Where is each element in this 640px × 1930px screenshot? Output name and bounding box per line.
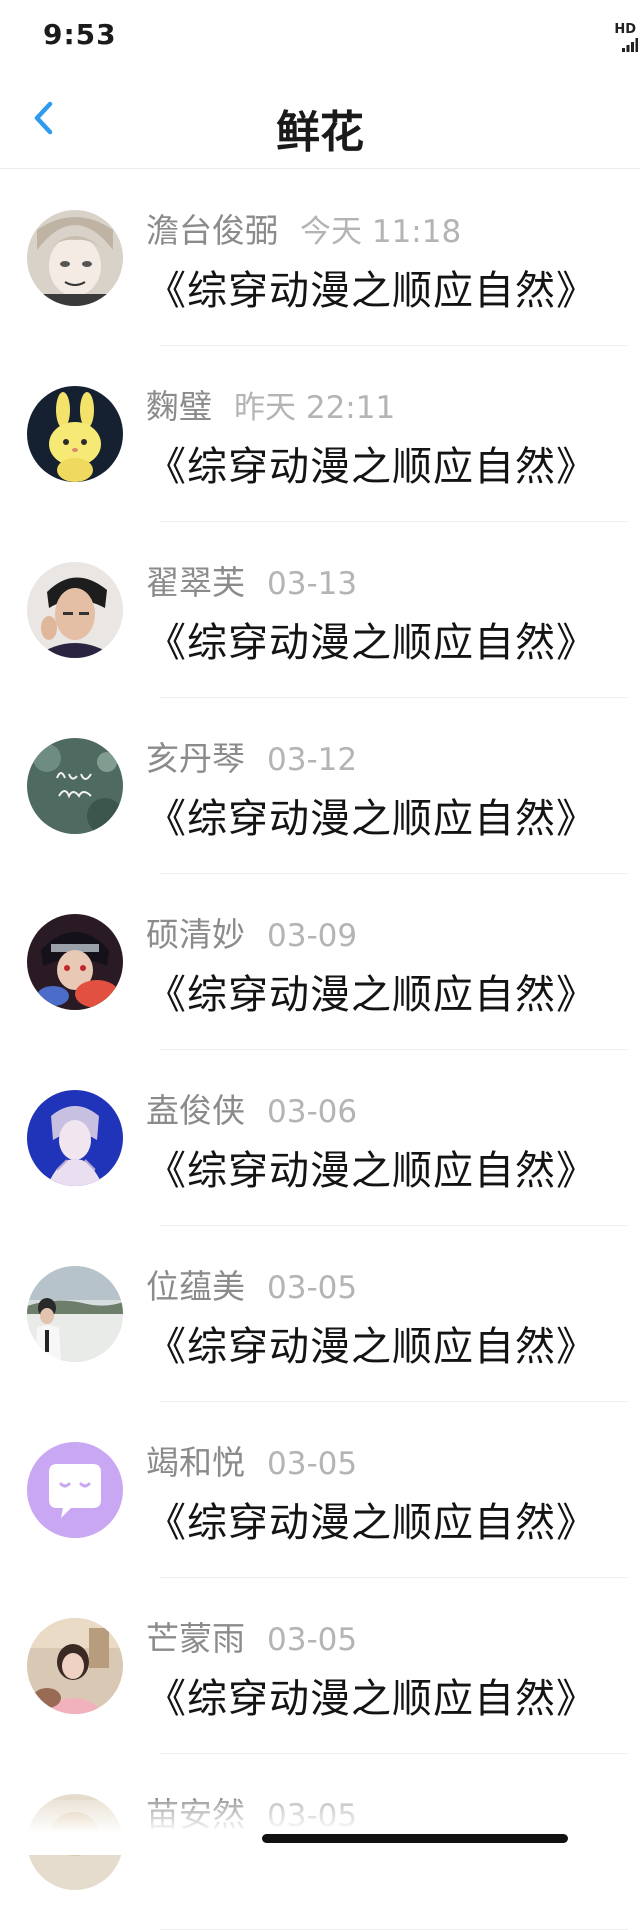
- timestamp: 今天 11:18: [300, 214, 462, 250]
- nav-bar: 鲜花: [0, 72, 640, 169]
- young-man-avatar[interactable]: [27, 562, 123, 658]
- book-title: 《综穿动漫之顺应自然》: [146, 1500, 597, 1546]
- item-meta: 硕清妙 03-09: [146, 908, 357, 956]
- book-title: 《综穿动漫之顺应自然》: [146, 1148, 597, 1194]
- ninja-avatar[interactable]: [27, 914, 123, 1010]
- book-title: 《综穿动漫之顺应自然》: [146, 444, 597, 490]
- list-item[interactable]: 位蕴美 03-05 《综穿动漫之顺应自然》: [0, 1226, 640, 1402]
- user-name: 亥丹琴: [146, 739, 245, 778]
- list-item[interactable]: 硕清妙 03-09 《综穿动漫之顺应自然》: [0, 874, 640, 1050]
- user-name: 位蕴美: [146, 1267, 245, 1306]
- user-name: 芒蒙雨: [146, 1619, 245, 1658]
- timestamp: 03-05: [267, 1446, 358, 1482]
- timestamp: 03-06: [267, 1094, 358, 1130]
- book-title: 《综穿动漫之顺应自然》: [146, 972, 597, 1018]
- timestamp: 03-05: [267, 1622, 358, 1658]
- item-meta: 芒蒙雨 03-05: [146, 1612, 357, 1660]
- user-name: 麴璧: [146, 387, 212, 426]
- girl-photo-avatar[interactable]: [27, 1618, 123, 1714]
- timestamp: 03-05: [267, 1798, 358, 1834]
- timestamp: 03-09: [267, 918, 358, 954]
- user-name: 翟翠芙: [146, 563, 245, 602]
- timestamp: 昨天 22:11: [234, 390, 396, 426]
- user-name: 硕清妙: [146, 915, 245, 954]
- item-meta: 盍俊侠 03-06: [146, 1084, 357, 1132]
- status-time: 9:53: [43, 18, 117, 51]
- hello-august-avatar[interactable]: [27, 738, 123, 834]
- book-title: 《综穿动漫之顺应自然》: [146, 796, 597, 842]
- list-item[interactable]: 竭和悦 03-05 《综穿动漫之顺应自然》: [0, 1402, 640, 1578]
- book-title: 《综穿动漫之顺应自然》: [146, 620, 597, 666]
- item-meta: 竭和悦 03-05: [146, 1436, 357, 1484]
- hd-badge: HD: [614, 22, 636, 37]
- item-meta: 澹台俊弼 今天 11:18: [146, 204, 461, 252]
- seaside-man-avatar[interactable]: [27, 1266, 123, 1362]
- list-item[interactable]: 澹台俊弼 今天 11:18 《综穿动漫之顺应自然》: [0, 170, 640, 346]
- yellow-bunny-avatar[interactable]: [27, 386, 123, 482]
- timestamp: 03-13: [267, 566, 358, 602]
- anime-boy-avatar[interactable]: [27, 210, 123, 306]
- signal-bars-icon: [622, 38, 638, 52]
- user-name: 苗安然: [146, 1795, 245, 1834]
- list-item[interactable]: 盍俊侠 03-06 《综穿动漫之顺应自然》: [0, 1050, 640, 1226]
- book-title: 《综穿动漫之顺应自然》: [146, 1324, 597, 1370]
- blue-anime-avatar[interactable]: [27, 1090, 123, 1186]
- timestamp: 03-05: [267, 1270, 358, 1306]
- user-name: 盍俊侠: [146, 1091, 245, 1130]
- list-item[interactable]: 麴璧 昨天 22:11 《综穿动漫之顺应自然》: [0, 346, 640, 522]
- page-title: 鲜花: [276, 107, 364, 158]
- book-title: 《综穿动漫之顺应自然》: [146, 1676, 597, 1722]
- partial-avatar[interactable]: [27, 1794, 123, 1890]
- book-title: 《综穿动漫之顺应自然》: [146, 268, 597, 314]
- home-indicator[interactable]: [262, 1834, 568, 1843]
- list-item[interactable]: 芒蒙雨 03-05 《综穿动漫之顺应自然》: [0, 1578, 640, 1754]
- user-name: 澹台俊弼: [146, 211, 278, 250]
- status-bar: 9:53 HD: [0, 0, 640, 72]
- item-meta: 苗安然 03-05: [146, 1788, 357, 1836]
- flower-list: 澹台俊弼 今天 11:18 《综穿动漫之顺应自然》 麴璧 昨天 22:11 《综穿动…: [0, 170, 640, 1930]
- list-item[interactable]: 亥丹琴 03-12 《综穿动漫之顺应自然》: [0, 698, 640, 874]
- user-name: 竭和悦: [146, 1443, 245, 1482]
- item-meta: 亥丹琴 03-12: [146, 732, 357, 780]
- item-meta: 位蕴美 03-05: [146, 1260, 357, 1308]
- purple-chat-avatar[interactable]: [27, 1442, 123, 1538]
- item-meta: 麴璧 昨天 22:11: [146, 380, 395, 428]
- timestamp: 03-12: [267, 742, 358, 778]
- item-meta: 翟翠芙 03-13: [146, 556, 357, 604]
- list-item[interactable]: 翟翠芙 03-13 《综穿动漫之顺应自然》: [0, 522, 640, 698]
